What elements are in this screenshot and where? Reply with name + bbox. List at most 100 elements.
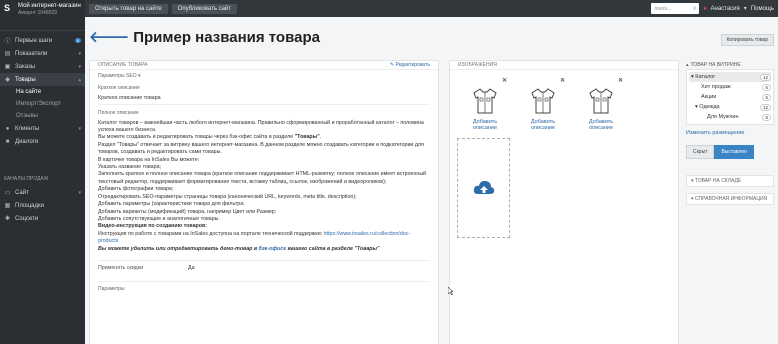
sidebar-subitem-reviews[interactable]: Отзывы [0,110,85,122]
description-panel-header: ОПИСАНИЕ ТОВАРА ✎ Редактировать [90,61,438,70]
short-description-label: Краткое описание [98,85,140,92]
sidebar-item-products[interactable]: ◆ Товары ▴ [0,73,85,86]
user-menu[interactable]: Анастасия [711,6,740,12]
search-icon[interactable]: ⚲ [693,6,697,12]
storefront-header[interactable]: ▴ ТОВАР НА ВИТРИНЕ [686,60,774,69]
sidebar: S Мой интернет-магазин Аккаунт 1048029 ⓘ… [0,0,85,344]
tree-item-count: 12 [759,73,771,81]
description-panel: ОПИСАНИЕ ТОВАРА ✎ Редактировать Параметр… [89,60,439,344]
publish-site-button[interactable]: Опубликовать сайт [171,3,238,14]
chevron-down-icon: ▾ [78,189,81,196]
chevron-down-icon: ▾ [691,178,694,184]
sidebar-item-site[interactable]: ▭ Сайт ▾ [0,186,85,199]
tree-item[interactable]: ▾ Одежда 12 [689,102,771,112]
show-button[interactable]: Выставлен [714,145,754,159]
sidebar-item-label: Диалоги [15,138,39,145]
sidebar-item-orders[interactable]: ▣ Заказы ▾ [0,60,85,73]
image-card[interactable]: ✕ Добавить описание [463,77,507,132]
copy-product-button[interactable]: Копировать товар [720,34,774,46]
desc-line-text: Вы можете создавать и редактировать това… [98,134,295,141]
users-icon: ● [5,125,10,132]
brand-block[interactable]: S Мой интернет-магазин Аккаунт 1048029 [0,0,85,31]
close-icon[interactable]: ✕ [618,77,623,84]
warehouse-section[interactable]: ▾ ТОВАР НА СКЛАДЕ [686,175,774,187]
desc-line-text: Вы можете удалить или отредактировать де… [98,245,259,252]
tree-item[interactable]: Для Мужчин 6 [689,112,771,122]
image-caption-link[interactable]: Добавить описание [521,119,565,132]
chat-icon: ■ [5,138,10,145]
short-description-value[interactable]: Краткое описание товара [98,93,430,106]
desc-line-bold: "Товары" [294,134,320,141]
storefront-panel: ▴ ТОВАР НА ВИТРИНЕ ▾ Каталог 12 Хит прод… [686,60,774,344]
desc-footer-line: Вы можете удалить или отредактировать де… [98,246,430,253]
sidebar-item-stats[interactable]: ▤ Показатели ▾ [0,47,85,60]
search-input[interactable]: поиск... ⚲ [651,3,700,14]
close-icon[interactable]: ✕ [502,77,507,84]
chevron-down-icon: ▾ [78,50,81,57]
description-title: ОПИСАНИЕ ТОВАРА [98,62,148,68]
hide-button[interactable]: Скрыт [686,145,715,159]
sidebar-item-first-steps[interactable]: ⓘ Первые шаги 6 [0,34,85,47]
sidebar-item-label: Первые шаги [15,37,53,44]
notification-bell-icon[interactable]: ♦ [703,6,706,12]
sidebar-item-marketplaces[interactable]: ▦ Площадки [0,199,85,212]
tree-item-label: ▾ Каталог [691,74,715,80]
desc-line: Заполнить краткое и полное описание това… [98,171,427,185]
desc-line: Добавить сопутствующие и аналогичные тов… [98,215,220,222]
backoffice-link[interactable]: бэк-офисе [259,246,287,252]
tree-item[interactable]: ▾ Каталог 12 [689,72,771,82]
chart-icon: ▤ [4,51,11,57]
desc-line: Добавить параметры (характеристики товар… [98,201,245,208]
tree-item[interactable]: Акции 6 [689,92,771,102]
sidebar-subitem-import-export[interactable]: Импорт/Экспорт [0,98,85,110]
sales-channels-heading: КАНАЛЫ ПРОДАЖ [4,176,49,182]
chevron-down-icon: ▾ [78,125,81,132]
close-icon[interactable]: ✕ [560,77,565,84]
tree-item-count: 6 [762,83,771,91]
back-arrow-icon[interactable]: 🡐 [89,30,129,45]
insales-logo-icon: S [4,3,11,13]
sidebar-item-dialogs[interactable]: ■ Диалоги [0,135,85,148]
sidebar-subitem-on-site[interactable]: На сайте [0,86,85,98]
sidebar-item-label: Товары [15,76,36,83]
image-grid: ✕ Добавить описание ✕ Добавить описание … [450,70,678,132]
monitor-icon: ▭ [4,190,11,196]
desc-line-text: вашего сайта в разделе "Товары" [286,245,380,252]
shirt-icon [589,88,613,114]
sidebar-item-clients[interactable]: ● Клиенты ▾ [0,122,85,135]
chevron-down-icon: ▾ [78,63,81,70]
category-tree: ▾ Каталог 12 Хит продаж 6 Акции 6 ▾ Одеж… [686,69,774,125]
image-caption-link[interactable]: Добавить описание [463,119,507,132]
sidebar-item-social[interactable]: ✱ Соцсети [0,212,85,225]
change-placement-link[interactable]: Изменить размещение [686,130,774,136]
storefront-title: ТОВАР НА ВИТРИНЕ [690,61,741,68]
sidebar-item-label: Площадки [15,202,44,209]
info-icon: ⓘ [4,39,11,45]
image-caption-link[interactable]: Добавить описание [579,119,623,132]
seo-label: Параметры SEO [98,73,137,79]
chevron-down-icon[interactable]: ▾ [744,5,747,12]
store-name: Мой интернет-магазин [18,3,81,9]
sidebar-item-label: Клиенты [15,125,40,132]
page-header: 🡐 Пример названия товара [89,29,320,46]
reference-title: СПРАВОЧНАЯ ИНФОРМАЦИЯ [694,196,768,202]
account-number: Аккаунт 1048029 [18,10,57,16]
help-link[interactable]: Помощь [751,6,774,12]
tree-item-label: Хит продаж [701,84,731,90]
image-card[interactable]: ✕ Добавить описание [521,77,565,132]
shirt-icon [531,88,555,114]
seo-params-toggle[interactable]: Параметры SEO ▾ [98,73,430,80]
tree-item-label: Акции [701,94,717,100]
edit-description-link[interactable]: ✎ Редактировать [390,62,430,68]
full-description-text[interactable]: Каталог товаров – важнейшая часть любого… [98,120,430,253]
tree-item[interactable]: Хит продаж 6 [689,82,771,92]
first-steps-badge: 6 [74,38,81,43]
mouse-cursor-icon [448,287,453,295]
discount-value[interactable]: Да [188,265,195,272]
image-upload-dropzone[interactable] [457,137,510,238]
image-card[interactable]: ✕ Добавить описание [579,77,623,132]
open-on-site-button[interactable]: Открыть товар на сайте [89,3,168,14]
video-instruction-title: Видео-инструкция по созданию товаров: [98,223,208,230]
tree-item-count: 6 [762,93,771,101]
reference-section[interactable]: ▾ СПРАВОЧНАЯ ИНФОРМАЦИЯ [686,193,774,205]
